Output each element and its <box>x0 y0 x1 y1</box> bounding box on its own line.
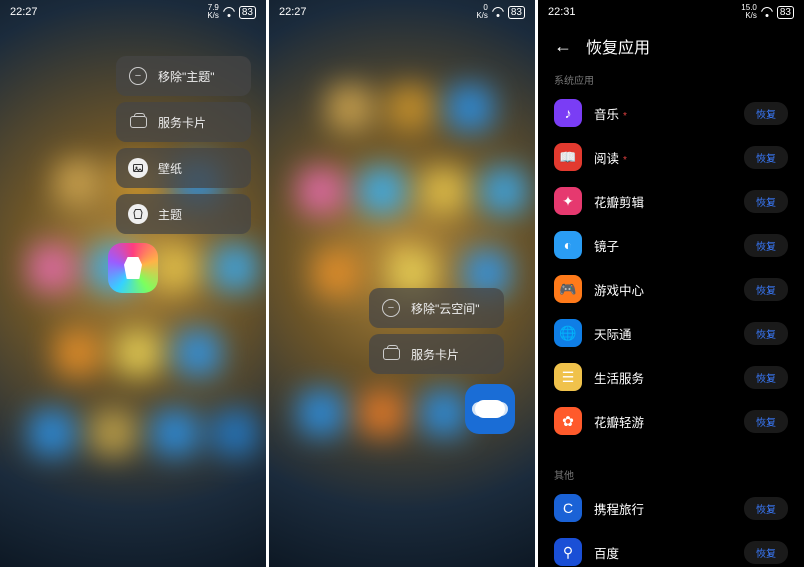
wallpaper-icon <box>128 158 148 178</box>
menu-item-service-card[interactable]: 服务卡片 <box>116 102 251 142</box>
blurred-app-grid <box>269 0 535 567</box>
restore-button[interactable]: 恢复 <box>744 278 788 301</box>
app-name-label: 游戏中心 <box>594 280 732 299</box>
app-icon-theme[interactable] <box>108 243 158 293</box>
app-row[interactable]: ✿ 花瓣轻游恢复 <box>538 399 804 443</box>
app-row[interactable]: ⚲ 百度恢复 <box>538 530 804 567</box>
app-icon: ⚲ <box>554 538 582 566</box>
app-name-label: 阅读* <box>594 148 732 167</box>
app-name-label: 携程旅行 <box>594 499 732 518</box>
restore-button[interactable]: 恢复 <box>744 234 788 257</box>
theme-icon-small <box>128 204 148 224</box>
star-indicator-icon: * <box>623 111 627 122</box>
context-menu-cloud: − 移除"云空间" 服务卡片 <box>369 288 504 374</box>
app-icon-cloud[interactable] <box>465 384 515 434</box>
status-bar: 22:31 15.0K/s 83 <box>538 0 804 24</box>
app-row[interactable]: 🌐 天际通恢复 <box>538 311 804 355</box>
wifi-icon <box>761 7 773 17</box>
app-row[interactable]: 🎮 游戏中心恢复 <box>538 267 804 311</box>
app-icon: 🎮 <box>554 275 582 303</box>
screenshot-panel-3: 22:31 15.0K/s 83 ← 恢复应用 系统应用 ♪ 音乐* 恢复 📖 阅读* 恢… <box>538 0 804 567</box>
app-icon: 🌐 <box>554 319 582 347</box>
status-time: 22:31 <box>548 6 576 18</box>
star-indicator-icon: * <box>623 155 627 166</box>
restore-button[interactable]: 恢复 <box>744 541 788 564</box>
app-name-label: 百度 <box>594 543 732 562</box>
app-list-scroll[interactable]: 系统应用 ♪音乐*恢复📖阅读*恢复✦花瓣剪辑恢复◐镜子恢复🎮游戏中心恢复🌐天际通… <box>538 66 804 567</box>
restore-button[interactable]: 恢复 <box>744 102 788 125</box>
restore-button[interactable]: 恢复 <box>744 190 788 213</box>
battery-icon: 83 <box>239 6 256 19</box>
app-icon: ♪ <box>554 99 582 127</box>
menu-item-theme[interactable]: 主题 <box>116 194 251 234</box>
restore-button[interactable]: 恢复 <box>744 497 788 520</box>
app-name-label: 花瓣剪辑 <box>594 192 732 211</box>
context-menu-theme: − 移除"主题" 服务卡片 壁纸 主题 <box>116 56 251 234</box>
status-time: 22:27 <box>279 6 307 18</box>
wifi-icon <box>492 7 504 17</box>
menu-item-remove-cloud[interactable]: − 移除"云空间" <box>369 288 504 328</box>
screenshot-panel-1: 22:27 7.9K/s 83 − 移除"主题" 服务卡片 壁纸 主题 <box>0 0 266 567</box>
status-time: 22:27 <box>10 6 38 18</box>
restore-button[interactable]: 恢复 <box>744 366 788 389</box>
app-row[interactable]: ☰ 生活服务恢复 <box>538 355 804 399</box>
status-bar: 22:27 7.9K/s 83 <box>0 0 266 24</box>
app-icon: ☰ <box>554 363 582 391</box>
back-icon[interactable]: ← <box>554 36 572 57</box>
status-bar: 22:27 0K/s 83 <box>269 0 535 24</box>
app-icon: ✦ <box>554 187 582 215</box>
app-name-label: 镜子 <box>594 236 732 255</box>
restore-button[interactable]: 恢复 <box>744 146 788 169</box>
app-row[interactable]: C 携程旅行恢复 <box>538 486 804 530</box>
remove-icon: − <box>128 66 148 86</box>
app-name-label: 天际通 <box>594 324 732 343</box>
app-name-label: 花瓣轻游 <box>594 412 732 431</box>
menu-item-wallpaper[interactable]: 壁纸 <box>116 148 251 188</box>
section-label-other: 其他 <box>538 467 804 482</box>
section-label-system: 系统应用 <box>538 72 804 87</box>
screenshot-panel-2: 22:27 0K/s 83 − 移除"云空间" 服务卡片 <box>269 0 535 567</box>
app-icon: ✿ <box>554 407 582 435</box>
app-row[interactable]: ◐ 镜子恢复 <box>538 223 804 267</box>
card-icon <box>128 112 148 132</box>
app-name-label: 音乐* <box>594 104 732 123</box>
restore-button[interactable]: 恢复 <box>744 410 788 433</box>
app-icon: C <box>554 494 582 522</box>
menu-item-remove-theme[interactable]: − 移除"主题" <box>116 56 251 96</box>
page-header: ← 恢复应用 <box>538 26 804 66</box>
menu-item-service-card[interactable]: 服务卡片 <box>369 334 504 374</box>
app-row[interactable]: ♪ 音乐* 恢复 <box>538 91 804 135</box>
remove-icon: − <box>381 298 401 318</box>
app-icon: 📖 <box>554 143 582 171</box>
card-icon <box>381 344 401 364</box>
battery-icon: 83 <box>777 6 794 19</box>
wifi-icon <box>223 7 235 17</box>
app-row[interactable]: ✦ 花瓣剪辑恢复 <box>538 179 804 223</box>
app-icon: ◐ <box>554 231 582 259</box>
app-row[interactable]: 📖 阅读* 恢复 <box>538 135 804 179</box>
app-name-label: 生活服务 <box>594 368 732 387</box>
battery-icon: 83 <box>508 6 525 19</box>
page-title: 恢复应用 <box>586 34 650 58</box>
restore-button[interactable]: 恢复 <box>744 322 788 345</box>
